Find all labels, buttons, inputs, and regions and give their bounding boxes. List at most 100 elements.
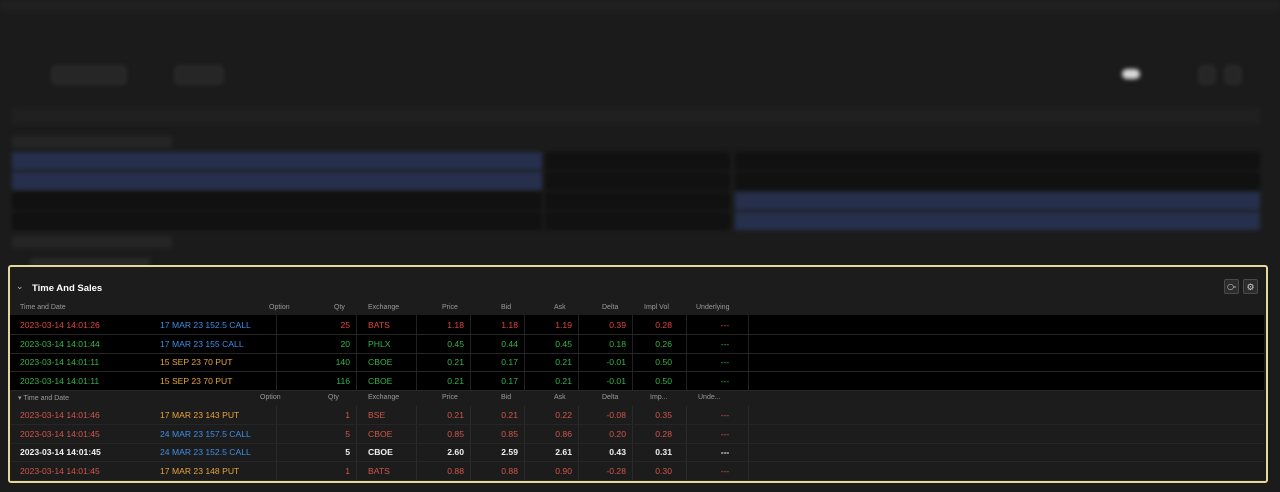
col-delta[interactable]: Delta: [602, 304, 618, 311]
cell-und: ---: [720, 428, 730, 439]
panel-title: Time And Sales: [32, 283, 103, 294]
col-time-and-date-label: Time and Date: [23, 395, 69, 402]
cell-delta: 0.39: [609, 320, 626, 330]
sort-down-icon: ▾: [18, 395, 22, 402]
cell-exch: PHLX: [368, 338, 391, 349]
col-bid[interactable]: Bid: [501, 304, 511, 311]
chain-row-4-calls[interactable]: [12, 212, 542, 230]
panel-header: ⌄ Time And Sales ⧂ ⚙: [10, 267, 1266, 302]
cell-delta: 0.20: [609, 428, 626, 439]
chevron-down-icon[interactable]: ⌄: [16, 281, 24, 291]
col-ask[interactable]: Ask: [554, 394, 566, 401]
chain-row-3-calls[interactable]: [12, 192, 542, 210]
cell-time: 2023-03-14 14:01:45: [20, 447, 101, 457]
cell-und: ---: [720, 465, 730, 476]
table-row[interactable]: 2023-03-14 14:01:44 17 MAR 23 155 CALL 20 P…: [10, 335, 1266, 354]
cell-qty: 25: [340, 320, 350, 330]
chain-strike-col: [545, 212, 730, 230]
col-exchange[interactable]: Exchange: [368, 304, 399, 311]
cell-option: 17 MAR 23 143 PUT: [160, 410, 240, 420]
cell-delta: -0.08: [606, 410, 626, 420]
window-title-bar: [0, 0, 1280, 12]
col-exchange[interactable]: Exchange: [368, 394, 399, 401]
cell-ask: 0.22: [555, 410, 572, 420]
row-divider: [10, 479, 1264, 481]
spread-select[interactable]: [52, 66, 126, 84]
gear-icon[interactable]: ⚙: [1243, 279, 1258, 294]
cell-time: 2023-03-14 14:01:46: [20, 410, 100, 420]
cell-delta: 0.43: [609, 447, 626, 457]
cell-qty: 140: [335, 357, 350, 367]
col-time-and-date[interactable]: ▾ Time and Date: [18, 394, 69, 402]
col-impl-vol[interactable]: Impl Vol: [644, 304, 669, 311]
cell-iv: 0.28: [655, 320, 672, 330]
chain-row-2-calls[interactable]: [12, 172, 542, 190]
chain-row-2-puts[interactable]: [735, 172, 1260, 190]
table-row[interactable]: 2023-03-14 14:01:11 15 SEP 23 70 PUT 140 CB…: [10, 353, 1266, 372]
col-delta[interactable]: Delta: [602, 394, 618, 401]
chain-row-1-calls[interactable]: [12, 152, 542, 170]
cell-price: 0.21: [447, 410, 464, 420]
cell-option: 24 MAR 23 152.5 CALL: [160, 447, 251, 457]
table1-header-row: Time and Date Option Qty Exchange Price …: [10, 302, 1266, 315]
cell-bid: 0.88: [501, 465, 518, 476]
cell-qty: 116: [336, 375, 350, 386]
table-row[interactable]: 2023-03-14 14:01:45 17 MAR 23 148 PUT 1 BAT…: [10, 462, 1266, 481]
expiration-row-2[interactable]: [12, 236, 172, 248]
option-chain-background: [0, 0, 1280, 270]
table-row[interactable]: 2023-03-14 14:01:45 24 MAR 23 157.5 CALL 5…: [10, 425, 1266, 444]
table2-header-row: ▾ Time and Date Option Qty Exchange Pric…: [10, 392, 1266, 405]
cell-price: 0.85: [447, 428, 464, 439]
chain-button-b[interactable]: [1225, 66, 1241, 84]
table-row[interactable]: 2023-03-14 14:01:45 24 MAR 23 152.5 CALL 5…: [10, 443, 1266, 462]
cell-exch: BATS: [368, 320, 390, 330]
cell-delta: 0.18: [609, 338, 626, 349]
table-row[interactable]: 2023-03-14 14:01:11 15 SEP 23 70 PUT 116 CB…: [10, 372, 1266, 391]
cell-exch: CBOE: [368, 447, 393, 457]
time-and-sales-panel: ⌄ Time And Sales ⧂ ⚙ Time and Date Optio…: [8, 265, 1268, 483]
link-icon[interactable]: ⧂: [1224, 279, 1239, 294]
cell-delta: -0.28: [606, 465, 626, 476]
cell-und: ---: [720, 375, 730, 386]
cell-bid: 0.44: [501, 338, 518, 349]
col-price[interactable]: Price: [442, 304, 458, 311]
cell-time: 2023-03-14 14:01:11: [20, 375, 100, 386]
table-row[interactable]: 2023-03-14 14:01:46 17 MAR 23 143 PUT 1 BSE…: [10, 406, 1266, 425]
chain-row-3-puts[interactable]: [735, 192, 1260, 210]
strikes-select[interactable]: [175, 66, 223, 84]
cell-price: 0.88: [447, 465, 464, 476]
cell-option: 17 MAR 23 155 CALL: [160, 338, 244, 349]
cell-exch: BSE: [368, 410, 386, 420]
col-price[interactable]: Price: [442, 394, 458, 401]
chain-button-a[interactable]: [1199, 66, 1215, 84]
col-option[interactable]: Option: [269, 304, 290, 311]
cell-qty: 5: [345, 428, 350, 439]
col-ask[interactable]: Ask: [554, 304, 566, 311]
col-qty[interactable]: Qty: [328, 394, 339, 401]
chain-row-4-puts[interactable]: [735, 212, 1260, 230]
cell-time: 2023-03-14 14:01:11: [20, 357, 100, 367]
cell-ask: 0.21: [555, 357, 572, 367]
table-row[interactable]: 2023-03-14 14:01:26 17 MAR 23 152.5 CALL 2…: [10, 316, 1266, 335]
expiration-row-1[interactable]: [12, 136, 172, 148]
cell-ask: 0.90: [555, 465, 572, 476]
col-option[interactable]: Option: [260, 394, 281, 401]
cell-option: 17 MAR 23 152.5 CALL: [160, 320, 251, 330]
cell-time: 2023-03-14 14:01:44: [20, 338, 100, 349]
col-time-and-date[interactable]: Time and Date: [20, 304, 66, 311]
col-underlying[interactable]: Underlying: [696, 304, 729, 311]
cell-bid: 0.85: [501, 428, 518, 439]
analysis-toggle[interactable]: [1122, 69, 1140, 79]
cell-option: 15 SEP 23 70 PUT: [160, 375, 233, 386]
cell-qty: 20: [340, 338, 350, 349]
cell-option: 15 SEP 23 70 PUT: [160, 357, 233, 367]
cell-und: ---: [720, 447, 730, 457]
cell-und: ---: [720, 410, 730, 420]
col-impl-vol[interactable]: Imp...: [650, 394, 668, 401]
col-qty[interactable]: Qty: [334, 304, 345, 311]
cell-time: 2023-03-14 14:01:45: [20, 465, 100, 476]
col-underlying[interactable]: Unde...: [698, 394, 721, 401]
chain-row-1-puts[interactable]: [735, 152, 1260, 170]
col-bid[interactable]: Bid: [501, 394, 511, 401]
chain-header-row: [12, 108, 1260, 124]
